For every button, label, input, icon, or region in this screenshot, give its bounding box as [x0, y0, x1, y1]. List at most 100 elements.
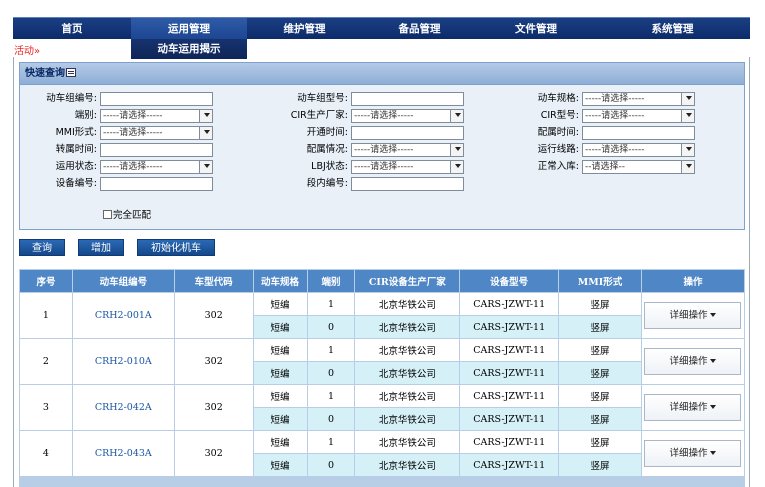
- emu-link[interactable]: CRH2-042A: [71, 384, 175, 431]
- end-select[interactable]: -----请选择-----: [100, 109, 213, 123]
- end-cell: 1: [306, 384, 356, 408]
- spec-cell: 短编: [252, 338, 308, 362]
- column-header[interactable]: 端别: [306, 269, 356, 293]
- transfer-time-input[interactable]: [100, 143, 213, 157]
- config-status-select[interactable]: -----请选择-----: [351, 143, 464, 157]
- operation-cell: 详细操作: [640, 384, 746, 431]
- transfer-time-field: 转属时间:: [56, 143, 213, 157]
- open-time-input[interactable]: [351, 126, 464, 140]
- nav-spare-parts[interactable]: 备品管理: [362, 18, 477, 40]
- operation-cell: 详细操作: [640, 292, 746, 339]
- nav-files[interactable]: 文件管理: [477, 18, 595, 40]
- cir-model-select[interactable]: -----请选择-----: [582, 109, 695, 123]
- route-field: 运行线路: -----请选择-----: [538, 143, 695, 157]
- nav-maintenance[interactable]: 维护管理: [247, 18, 362, 40]
- emu-model-input[interactable]: [351, 92, 464, 106]
- mmi-cell: 竖屏: [558, 384, 642, 408]
- vendor-cell: 北京华铁公司: [354, 407, 461, 431]
- emu-spec-field: 动车规格: -----请选择-----: [538, 92, 695, 106]
- caret-down-icon: [710, 359, 717, 363]
- mmi-cell: 竖屏: [558, 361, 642, 385]
- vendor-cell: 北京华铁公司: [354, 338, 461, 362]
- table-row[interactable]: 4 CRH2-043A 302 短编 1 北京华铁公司 CARS-JZWT-11…: [19, 430, 746, 477]
- mmi-cell: 竖屏: [558, 407, 642, 431]
- breadcrumb-separator: »: [34, 46, 41, 57]
- toolbar: 查询 增加 初始化机车: [19, 239, 745, 257]
- end-cell: 0: [306, 361, 356, 385]
- column-header[interactable]: 序号: [19, 269, 73, 293]
- table-row[interactable]: 2 CRH2-010A 302 短编 1 北京华铁公司 CARS-JZWT-11…: [19, 338, 746, 385]
- open-time-field: 开通时间:: [307, 126, 464, 140]
- nav-system[interactable]: 系统管理: [595, 18, 750, 40]
- device-model-cell: CARS-JZWT-11: [459, 361, 560, 385]
- model-code: 302: [173, 430, 254, 477]
- section-no-input[interactable]: [351, 177, 464, 191]
- spec-cell: 短编: [252, 407, 308, 431]
- run-status-label: 运用状态:: [55, 161, 97, 172]
- lbj-status-select[interactable]: -----请选择-----: [351, 160, 464, 174]
- nav-operation[interactable]: 运用管理: [131, 18, 247, 40]
- exact-match-option[interactable]: 完全匹配: [103, 210, 151, 222]
- mmi-cell: 竖屏: [558, 292, 642, 316]
- config-status-field: 配属情况: -----请选择-----: [307, 143, 464, 157]
- table-header-row: 序号 动车组编号 车型代码 动车规格 端别 CIR设备生产厂家 设备型号 MMI…: [19, 269, 746, 293]
- spec-cell: 短编: [252, 315, 308, 339]
- detail-operation-dropdown[interactable]: 详细操作: [644, 440, 742, 467]
- end-cell: 1: [306, 430, 356, 454]
- device-model-cell: CARS-JZWT-11: [459, 292, 560, 316]
- emu-link[interactable]: CRH2-043A: [71, 430, 175, 477]
- exact-match-checkbox[interactable]: [103, 210, 112, 219]
- detail-operation-dropdown[interactable]: 详细操作: [644, 302, 742, 329]
- collapse-toggle-icon[interactable]: [66, 68, 76, 77]
- device-no-input[interactable]: [100, 177, 213, 191]
- add-button[interactable]: 增加: [78, 239, 124, 256]
- nav-home[interactable]: 首页: [13, 18, 131, 40]
- table-row[interactable]: 3 CRH2-042A 302 短编 1 北京华铁公司 CARS-JZWT-11…: [19, 384, 746, 431]
- route-label: 运行线路:: [537, 144, 579, 155]
- search-button[interactable]: 查询: [19, 239, 65, 256]
- emu-link[interactable]: CRH2-010A: [71, 338, 175, 385]
- spec-cell: 短编: [252, 384, 308, 408]
- chevron-down-icon: [686, 147, 692, 151]
- emu-link[interactable]: CRH2-001A: [71, 292, 175, 339]
- device-no-label: 设备编号:: [55, 178, 97, 189]
- vendor-cell: 北京华铁公司: [354, 315, 461, 339]
- detail-operation-dropdown[interactable]: 详细操作: [644, 394, 742, 421]
- cir-vendor-label: CIR生产厂家:: [290, 110, 348, 121]
- spec-cell: 短编: [252, 292, 308, 316]
- init-locomotive-button[interactable]: 初始化机车: [137, 239, 215, 256]
- chevron-down-icon: [204, 130, 210, 134]
- emu-model-label: 动车组型号:: [297, 93, 348, 104]
- run-status-select[interactable]: -----请选择-----: [100, 160, 213, 174]
- operation-cell: 详细操作: [640, 338, 746, 385]
- mmi-cell: 竖屏: [558, 430, 642, 454]
- config-time-input[interactable]: [582, 126, 695, 140]
- column-header[interactable]: CIR设备生产厂家: [354, 269, 461, 293]
- emu-spec-select[interactable]: -----请选择-----: [582, 92, 695, 106]
- column-header[interactable]: 操作: [640, 269, 746, 293]
- caret-down-icon: [710, 451, 717, 455]
- top-nav: 首页 运用管理 维护管理 备品管理 文件管理 系统管理: [13, 17, 750, 40]
- config-time-field: 配属时间:: [538, 126, 695, 140]
- column-header[interactable]: 动车组编号: [71, 269, 175, 293]
- cir-vendor-select[interactable]: -----请选择-----: [351, 109, 464, 123]
- emu-no-input[interactable]: [100, 92, 213, 106]
- chevron-down-icon: [204, 113, 210, 117]
- route-select[interactable]: -----请选择-----: [582, 143, 695, 157]
- table-row[interactable]: 1 CRH2-001A 302 短编 1 北京华铁公司 CARS-JZWT-11…: [19, 292, 746, 339]
- detail-operation-label: 详细操作: [669, 402, 708, 413]
- model-code: 302: [173, 384, 254, 431]
- subnav-emu-disclosure[interactable]: 动车运用揭示: [131, 39, 247, 59]
- column-header[interactable]: 设备型号: [459, 269, 560, 293]
- spec-cell: 短编: [252, 430, 308, 454]
- breadcrumb-item[interactable]: 活动: [14, 46, 34, 57]
- column-header[interactable]: 车型代码: [173, 269, 254, 293]
- column-header[interactable]: MMI形式: [558, 269, 642, 293]
- end-field: 端别: -----请选择-----: [75, 109, 213, 123]
- emu-table: 序号 动车组编号 车型代码 动车规格 端别 CIR设备生产厂家 设备型号 MMI…: [19, 269, 746, 477]
- normal-in-select[interactable]: --请选择--: [582, 160, 695, 174]
- mmi-select[interactable]: -----请选择-----: [100, 126, 213, 140]
- column-header[interactable]: 动车规格: [252, 269, 308, 293]
- detail-operation-dropdown[interactable]: 详细操作: [644, 348, 742, 375]
- end-cell: 0: [306, 315, 356, 339]
